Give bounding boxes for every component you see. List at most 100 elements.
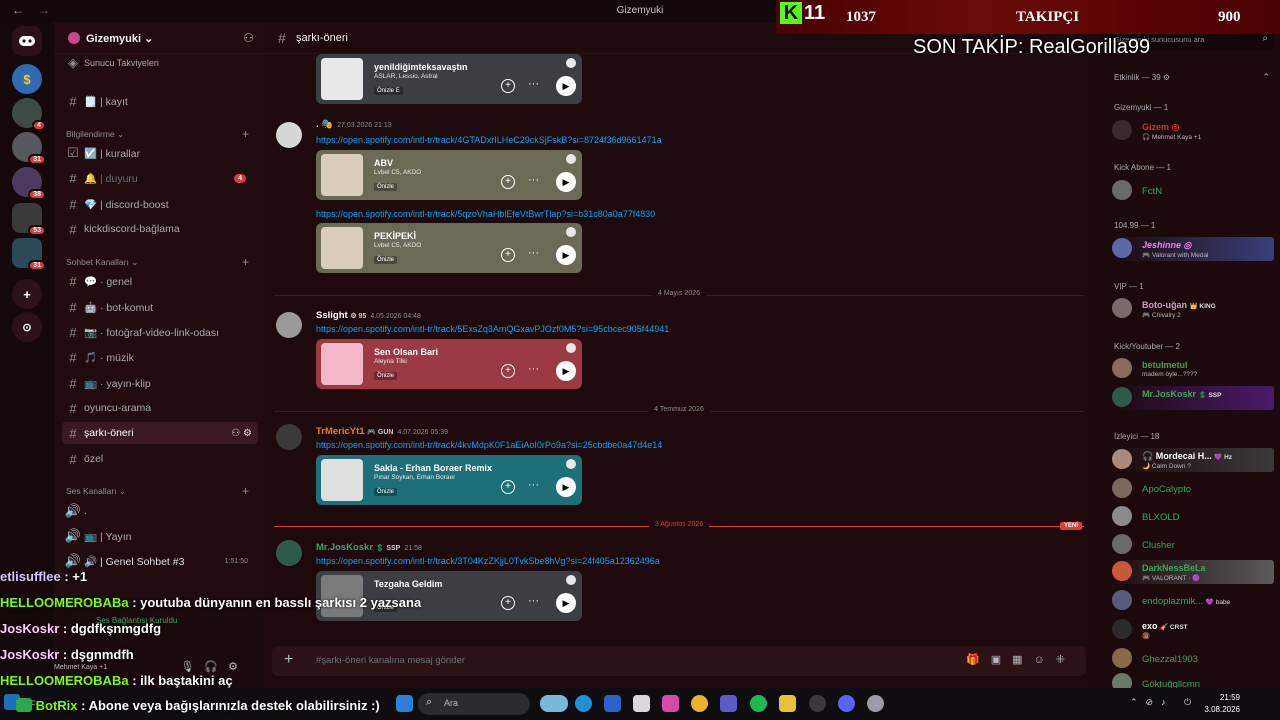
spotify-icon[interactable] [566, 227, 576, 237]
play-button[interactable]: ▶ [556, 477, 576, 497]
track-artist[interactable]: Aleyna Tilki [374, 358, 407, 365]
message-author[interactable]: Sslight ⚙ 95 4.05.2026 04:48 [316, 310, 421, 321]
store-icon[interactable] [633, 695, 650, 712]
channel-sarki-oneri[interactable]: # şarkı-öneri ⚇ ⚙ [62, 422, 258, 444]
track-artist[interactable]: ASLAR, Lessio, Astral [374, 73, 438, 80]
play-button[interactable]: ▶ [556, 245, 576, 265]
avatar[interactable] [276, 540, 302, 566]
channel-oyuncu-arama[interactable]: # oyuncu-arama [62, 397, 258, 419]
add-to-library-icon[interactable]: + [501, 364, 515, 378]
server-icon[interactable]: 31 [12, 132, 46, 165]
add-channel-icon[interactable]: + [242, 127, 249, 141]
voice-channel-yayin[interactable]: 🔊 📺 | Yayın [62, 525, 258, 547]
member-item[interactable]: 🎧 Mordecai H... 💜 Hz 🌙 Calm Down ? [1110, 448, 1274, 472]
spotify-card[interactable]: ABV Lvbel C5, AKDO Önizle + ··· ▶ [316, 150, 582, 200]
member-item[interactable]: Mr.JosKoskr 💲 SSP [1110, 386, 1274, 410]
channel-kayit[interactable]: # 🗒️ | kayıt [62, 90, 258, 112]
track-artist[interactable]: Pınar Soykan, Erhan Boraer [374, 474, 455, 481]
edge-icon[interactable] [575, 695, 592, 712]
add-to-library-icon[interactable]: + [501, 175, 515, 189]
channel-yayin-klip[interactable]: # 📺 · yayın-klip [62, 372, 258, 394]
track-title[interactable]: PEKİPEKİ [374, 231, 416, 241]
track-artist[interactable]: Lvbel C5, AKDO [374, 169, 421, 176]
voice-channel-1[interactable]: 🔊. [62, 500, 258, 522]
member-item[interactable]: endoplazmik... 💜 babe [1110, 589, 1274, 613]
more-options-icon[interactable]: ··· [528, 595, 539, 607]
channel-kickdiscord[interactable]: # kickdiscord-bağlama [62, 218, 258, 240]
member-item[interactable]: Gizem ◎ 🎧 Mehmet Kaya +1 [1110, 119, 1274, 143]
server-folder-icon[interactable]: 53 [12, 203, 46, 236]
app-icon[interactable] [867, 695, 884, 712]
widget-icon[interactable] [540, 695, 568, 712]
more-options-icon[interactable]: ··· [528, 479, 539, 491]
composer-tools[interactable]: 🎁▣▦☺⁜ [966, 653, 1076, 666]
message-link[interactable]: https://open.spotify.com/intl-tr/track/3… [316, 556, 660, 566]
member-item[interactable]: exo 🎸 CRST 🔞 [1110, 618, 1274, 642]
avatar[interactable] [276, 312, 302, 338]
more-options-icon[interactable]: ··· [528, 363, 539, 375]
play-button[interactable]: ▶ [556, 593, 576, 613]
server-icon[interactable]: 38 [12, 167, 46, 200]
guild-header[interactable]: Gizemyuki ⌄ ⚇ [54, 22, 264, 54]
server-folder-icon[interactable]: 31 [12, 238, 46, 271]
member-item[interactable]: ApoCalypto [1110, 477, 1274, 501]
author-name[interactable]: Mr.JosKoskr [316, 542, 373, 553]
play-button[interactable]: ▶ [556, 172, 576, 192]
add-server-icon[interactable]: + [12, 279, 42, 309]
discord-icon[interactable] [838, 695, 855, 712]
outlook-icon[interactable] [604, 695, 621, 712]
member-item[interactable]: DarkNessBeLa 🎮 VALORANT · 🟣 [1110, 560, 1274, 584]
spotify-icon[interactable] [750, 695, 767, 712]
channel-fotograf[interactable]: # 📷 · fotoğraf-video-link-odası [62, 321, 258, 343]
author-name[interactable]: TrMericYt1 [316, 426, 365, 437]
track-title[interactable]: Sakla - Erhan Boraer Remix [374, 463, 492, 473]
add-to-library-icon[interactable]: + [501, 79, 515, 93]
guild-name[interactable]: Gizemyuki ⌄ [86, 32, 153, 45]
spotify-icon[interactable] [566, 154, 576, 164]
channel-kurallar[interactable]: ☑ ☑️ | kurallar [62, 142, 258, 164]
author-name[interactable]: . 🎭 [316, 119, 333, 130]
spotify-card[interactable]: PEKİPEKİ Lvbel C5, AKDO Önizle + ··· ▶ [316, 223, 582, 273]
play-button[interactable]: ▶ [556, 361, 576, 381]
member-item[interactable]: BLXOLD [1110, 505, 1274, 529]
obs-icon[interactable] [809, 695, 826, 712]
member-item[interactable]: Ghezzal1903 [1110, 647, 1274, 671]
add-to-library-icon[interactable]: + [501, 480, 515, 494]
avatar[interactable] [276, 122, 302, 148]
file-explorer-icon[interactable] [779, 695, 796, 712]
spotify-card[interactable]: yenildiğimteksavaştın ASLAR, Lessio, Ast… [316, 54, 582, 104]
message-link[interactable]: https://open.spotify.com/intl-tr/track/5… [316, 209, 655, 219]
category-bilgilendirme[interactable]: Bilgilendirme ⌄ + [66, 127, 249, 141]
member-item[interactable]: Boto-uğan 👑 KING 🎮 Chivalry 2 [1110, 297, 1274, 321]
chrome-icon[interactable] [691, 695, 708, 712]
channel-ozel[interactable]: # özel [62, 448, 258, 470]
avatar[interactable] [276, 424, 302, 450]
copilot-icon[interactable] [662, 695, 679, 712]
system-tray[interactable]: ⌃⊘♪ ⏻ [1130, 697, 1199, 708]
add-to-library-icon[interactable]: + [501, 596, 515, 610]
author-name[interactable]: Sslight [316, 310, 348, 321]
track-title[interactable]: Sen Olsan Bari [374, 347, 438, 357]
spotify-card[interactable]: Sen Olsan Bari Aleyna Tilki Önizle + ···… [316, 339, 582, 389]
more-options-icon[interactable]: ··· [528, 247, 539, 259]
track-artist[interactable]: Lvbel C5, AKDO [374, 242, 421, 249]
search-icon[interactable]: ⌕ [1262, 33, 1268, 44]
spotify-icon[interactable] [566, 58, 576, 68]
spotify-card[interactable]: Sakla - Erhan Boraer Remix Pınar Soykan,… [316, 455, 582, 505]
channel-settings-icon[interactable]: ⚇ ⚙ [231, 428, 252, 439]
spotify-icon[interactable] [566, 459, 576, 469]
play-button[interactable]: ▶ [556, 76, 576, 96]
message-link[interactable]: https://open.spotify.com/intl-tr/track/5… [316, 324, 669, 334]
invite-user-icon[interactable]: ⚇ [243, 31, 254, 45]
message-link[interactable]: https://open.spotify.com/intl-tr/track/4… [316, 440, 662, 450]
channel-muzik[interactable]: # 🎵 · müzik [62, 346, 258, 368]
add-to-library-icon[interactable]: + [501, 248, 515, 262]
teams-icon[interactable] [720, 695, 737, 712]
channel-discord-boost[interactable]: # 💎 | discord-boost [62, 193, 258, 215]
member-item[interactable]: betulmetul madem öyle...???? [1110, 357, 1274, 381]
message-author[interactable]: TrMericYt1 🎮 GUN 4.07.2026 05:39 [316, 426, 448, 437]
member-item[interactable]: Clusher [1110, 533, 1274, 557]
track-title[interactable]: ABV [374, 158, 393, 168]
message-author[interactable]: Mr.JosKoskr 💲 SSP 21:58 [316, 542, 422, 553]
explore-icon[interactable]: ⊙ [12, 312, 42, 342]
